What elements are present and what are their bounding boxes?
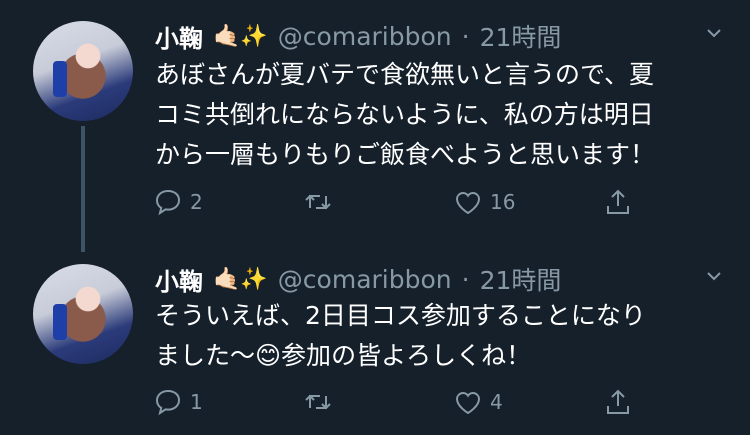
name-emojis: 🤙🏻✨ (213, 23, 268, 49)
tweet[interactable]: 小鞠 🤙🏻✨ @comaribbon · 21時間 あぼさんが夏バテで食欲無いと… (0, 0, 750, 258)
tweet-header: 小鞠 🤙🏻✨ @comaribbon · 21時間 (155, 18, 561, 54)
username[interactable]: @comaribbon (278, 22, 452, 51)
reply-button[interactable]: 1 (152, 386, 302, 418)
share-button[interactable] (602, 186, 634, 218)
display-name[interactable]: 小鞠 (155, 19, 203, 54)
like-button[interactable]: 4 (452, 386, 602, 418)
avatar[interactable] (33, 21, 133, 121)
heart-outline-icon (455, 392, 481, 415)
tweet-text: あぼさんが夏バテで食欲無いと言うので、夏 コミ共倒れにならないように、私の方は明… (155, 60, 656, 169)
separator: · (461, 264, 470, 294)
chevron-down-icon[interactable] (706, 268, 722, 284)
heart-outline-icon (455, 192, 481, 215)
tweet[interactable]: 小鞠 🤙🏻✨ @comaribbon · 21時間 そういえば、2日目コス参加す… (0, 258, 750, 435)
share-button[interactable] (602, 386, 634, 418)
timestamp[interactable]: 21時間 (480, 261, 562, 297)
speech-bubble-icon (155, 389, 181, 416)
tweet-text: そういえば、2日目コス参加することになり ました〜😊参加の皆よろしくね！ (155, 301, 646, 370)
speech-bubble-icon (155, 189, 181, 216)
tweet-actions: 1 4 (152, 386, 672, 418)
tweet-actions: 2 16 (152, 186, 672, 218)
retweet-arrows-icon (305, 194, 331, 210)
tweet-header: 小鞠 🤙🏻✨ @comaribbon · 21時間 (155, 261, 561, 297)
share-upload-icon (607, 189, 629, 214)
avatar[interactable] (33, 264, 133, 364)
chevron-down-icon[interactable] (706, 25, 722, 41)
timestamp[interactable]: 21時間 (480, 18, 562, 54)
retweet-arrows-icon (305, 394, 331, 410)
like-button[interactable]: 16 (452, 186, 602, 218)
reply-button[interactable]: 2 (152, 186, 302, 218)
share-upload-icon (607, 389, 629, 414)
display-name[interactable]: 小鞠 (155, 262, 203, 297)
separator: · (461, 21, 470, 51)
retweet-button[interactable] (302, 186, 452, 218)
thread-connector-line (81, 126, 85, 252)
retweet-button[interactable] (302, 386, 452, 418)
reply-count: 2 (190, 190, 203, 214)
name-emojis: 🤙🏻✨ (213, 266, 268, 292)
like-count: 16 (490, 190, 516, 214)
username[interactable]: @comaribbon (278, 265, 452, 294)
reply-count: 1 (190, 390, 203, 414)
like-count: 4 (490, 390, 503, 414)
